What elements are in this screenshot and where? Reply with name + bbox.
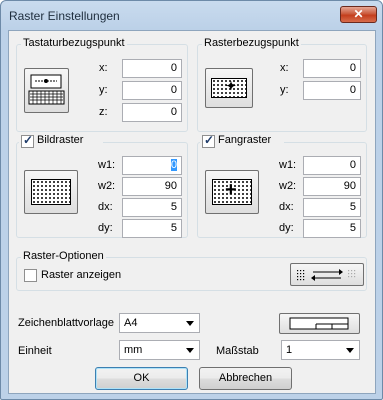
tastatur-x-label: x: [99,62,108,74]
tastatur-group: Tastaturbezugspunkt x: 0 y: 0 z: 0 [16,37,188,132]
fangraster-dy-field[interactable]: 5 [303,219,361,238]
raster-optionen-group: Raster-Optionen Raster anzeigen [16,250,367,291]
einheit-select[interactable]: mm [119,340,200,360]
rasterbezug-group-label: Rasterbezugspunkt [202,37,301,49]
bildraster-dy-field[interactable]: 5 [122,219,182,238]
massstab-value: 1 [286,344,293,356]
chevron-down-icon [186,321,194,326]
chevron-down-icon [346,348,354,353]
bildraster-header: ✓ Bildraster [19,133,103,148]
dialog-client: Tastaturbezugspunkt x: 0 y: 0 z: 0 Raste… [8,30,376,394]
sheet-template-button[interactable] [279,313,360,334]
fangraster-dy-label: dy: [279,222,294,234]
raster-optionen-label: Raster-Optionen [21,250,106,262]
bildraster-checkbox[interactable]: ✓ [21,133,34,148]
sheet-template-icon [289,317,349,330]
window-title: Raster Einstellungen [9,9,120,23]
fangraster-w1-field[interactable]: 0 [303,156,361,175]
tastatur-x-field[interactable]: 0 [122,59,182,78]
cancel-button[interactable]: Abbrechen [199,367,292,390]
fangraster-dx-field[interactable]: 5 [303,198,361,217]
ok-button[interactable]: OK [95,367,188,390]
grid-swap-icon [297,269,356,281]
bildraster-w2-label: w2: [98,180,116,192]
bildraster-button[interactable] [24,170,78,214]
chevron-down-icon [186,348,194,353]
close-icon: ✕ [353,7,364,21]
keyboard-icon [28,74,65,105]
tastatur-z-label: z: [99,106,108,118]
bildraster-w2-field[interactable]: 90 [122,177,182,196]
title-bar[interactable]: Raster Einstellungen ✕ [1,1,382,30]
grid-reference-button[interactable]: ✦ [205,68,253,108]
einheit-value: mm [124,344,143,356]
bildraster-w1-field[interactable]: 0 [122,156,182,175]
bildraster-dy-label: dy: [98,222,113,234]
fangraster-header: ✓ Fangraster [200,133,284,148]
rasterbezug-y-label: y: [280,84,289,96]
tastatur-y-field[interactable]: 0 [122,81,182,100]
fangraster-label: Fangraster [218,134,272,146]
raster-anzeigen-label: Raster anzeigen [41,269,122,281]
bildraster-w1-selected-text: 0 [170,159,177,171]
close-button[interactable]: ✕ [340,6,377,23]
tastatur-z-field[interactable]: 0 [122,103,182,122]
bildraster-dx-field[interactable]: 5 [122,198,182,217]
fangraster-button[interactable]: + [205,170,259,214]
rasterbezug-y-field[interactable]: 0 [303,81,361,100]
check-icon: ✓ [204,133,215,147]
grid-toggle-button[interactable] [290,263,364,286]
rasterbezug-group: Rasterbezugspunkt ✦ x: 0 y: 0 [197,37,367,132]
fangraster-w2-label: w2: [279,180,297,192]
tastatur-y-label: y: [99,84,108,96]
fangraster-checkbox[interactable]: ✓ [202,133,215,148]
grid-reference-crosshair-icon: ✦ [226,79,237,93]
zeichenblatt-label: Zeichenblattvorlage [18,317,115,329]
keyboard-reference-button[interactable] [24,68,69,113]
massstab-label: Maßstab [216,345,259,357]
zeichenblatt-value: A4 [124,317,138,329]
fangraster-w1-label: w1: [279,159,297,171]
fangraster-group: ✓ Fangraster + w1: 0 w2: 90 dx: 5 dy: 5 [197,133,367,238]
bildraster-label: Bildraster [37,134,84,146]
rasterbezug-x-field[interactable]: 0 [303,59,361,78]
bildraster-group: ✓ Bildraster w1: 0 w2: 90 dx: 5 dy: 5 [16,133,188,238]
zeichenblatt-select[interactable]: A4 [119,313,200,333]
bildraster-w1-label: w1: [98,159,116,171]
fangraster-dx-label: dx: [279,201,294,213]
bildraster-dx-label: dx: [98,201,113,213]
massstab-select[interactable]: 1 [281,340,360,360]
rasterbezug-x-label: x: [280,62,289,74]
fangraster-w2-field[interactable]: 90 [303,177,361,196]
raster-anzeigen-checkbox[interactable] [24,269,37,282]
check-icon: ✓ [23,133,34,147]
einheit-label: Einheit [18,345,52,357]
dot-grid-icon [31,179,71,205]
dialog-window: Raster Einstellungen ✕ Tastaturbezugspun… [0,0,383,400]
tastatur-group-label: Tastaturbezugspunkt [21,37,127,49]
plus-icon: + [225,179,237,201]
